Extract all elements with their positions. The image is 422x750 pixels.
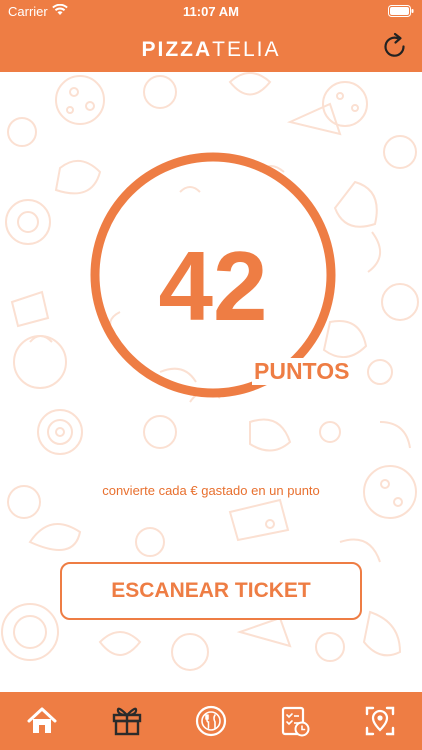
brand-bold: PIZZA (141, 38, 213, 61)
battery-icon (388, 5, 414, 17)
app-header: Carrier 11:07 AM PIZZATELIA (0, 0, 422, 72)
status-time: 11:07 AM (183, 4, 239, 19)
checklist-clock-icon (282, 706, 310, 737)
refresh-button[interactable] (380, 32, 410, 62)
status-bar: Carrier 11:07 AM (0, 0, 422, 24)
tab-orders[interactable] (253, 692, 337, 750)
tab-location[interactable] (338, 692, 422, 750)
tab-home[interactable] (0, 692, 84, 750)
refresh-icon (384, 32, 405, 57)
title-bar: PIZZATELIA (0, 30, 422, 70)
main-content: 42 PUNTOS convierte cada € gastado en un… (0, 72, 422, 692)
brand-light: TELIA (212, 38, 281, 61)
home-icon (27, 707, 57, 733)
tab-menu[interactable] (169, 692, 253, 750)
plate-cutlery-icon (195, 705, 227, 737)
brand-logo: PIZZATELIA (0, 38, 422, 62)
points-caption: convierte cada € gastado en un punto (102, 483, 320, 498)
scan-ticket-button[interactable]: ESCANEAR TICKET (60, 562, 362, 620)
points-unit-label: PUNTOS (252, 358, 352, 385)
bottom-tab-bar (0, 692, 422, 750)
location-scan-icon (365, 706, 395, 736)
tab-rewards[interactable] (84, 692, 168, 750)
gift-icon (112, 707, 141, 736)
points-value: 42 (158, 231, 268, 341)
